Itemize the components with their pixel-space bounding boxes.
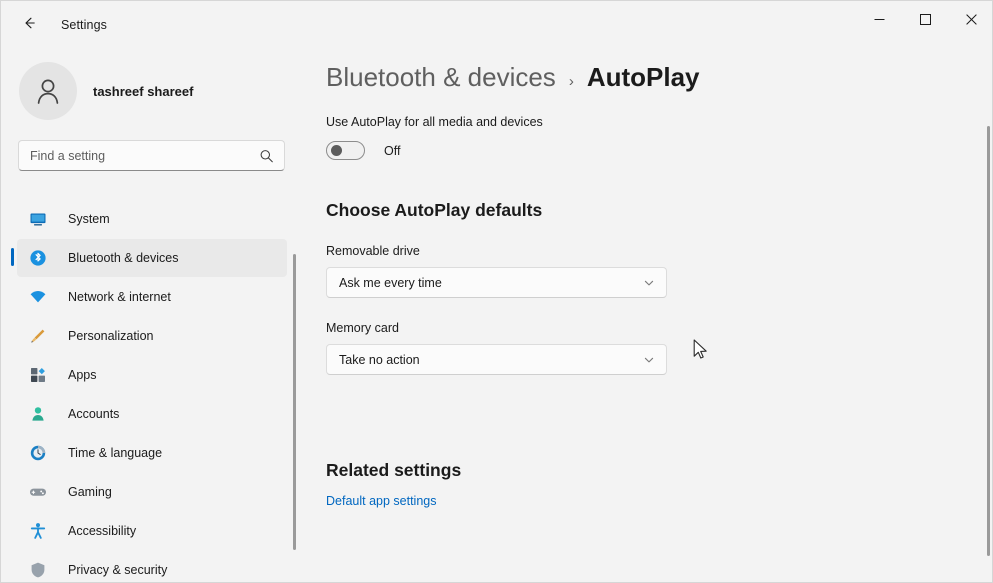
memory-card-dropdown[interactable]: Take no action bbox=[326, 344, 667, 375]
sidebar-item-label: Apps bbox=[68, 368, 97, 382]
app-title: Settings bbox=[61, 18, 107, 32]
settings-window: Settings tashreef shareef Find a setting… bbox=[0, 0, 993, 583]
close-button[interactable] bbox=[948, 1, 992, 41]
sidebar-item-label: System bbox=[68, 212, 110, 226]
maximize-button[interactable] bbox=[902, 1, 948, 41]
close-icon bbox=[965, 12, 977, 30]
window-controls bbox=[856, 1, 992, 49]
clock-icon bbox=[28, 443, 48, 463]
sidebar-item-gaming[interactable]: Gaming bbox=[17, 473, 287, 511]
sidebar-item-label: Time & language bbox=[68, 446, 163, 460]
maximize-icon bbox=[919, 12, 931, 30]
related-settings-title: Related settings bbox=[326, 460, 462, 480]
shield-icon bbox=[28, 560, 48, 580]
sidebar-item-network-internet[interactable]: Network & internet bbox=[17, 278, 287, 316]
paintbrush-icon bbox=[28, 326, 48, 346]
back-arrow-icon bbox=[21, 15, 37, 36]
person-icon bbox=[28, 404, 48, 424]
autoplay-master-toggle[interactable] bbox=[326, 141, 365, 160]
monitor-icon bbox=[28, 209, 48, 229]
sidebar-item-label: Privacy & security bbox=[68, 563, 168, 577]
sidebar-scrollbar[interactable] bbox=[293, 254, 296, 550]
sidebar-item-label: Personalization bbox=[68, 329, 154, 343]
avatar bbox=[19, 62, 77, 120]
removable-drive-value: Ask me every time bbox=[339, 275, 442, 290]
sidebar-item-label: Network & internet bbox=[68, 290, 171, 304]
sidebar-item-bluetooth-devices[interactable]: Bluetooth & devices bbox=[11, 239, 287, 277]
sidebar-item-label: Accessibility bbox=[68, 524, 137, 538]
profile-name: tashreef shareef bbox=[93, 83, 194, 99]
sidebar-item-accessibility[interactable]: Accessibility bbox=[17, 512, 287, 550]
sidebar-item-label: Gaming bbox=[68, 485, 112, 499]
breadcrumb-parent-link[interactable]: Bluetooth & devices bbox=[326, 62, 556, 93]
minimize-button[interactable] bbox=[856, 1, 902, 41]
search-input[interactable] bbox=[30, 148, 245, 163]
removable-drive-dropdown[interactable]: Ask me every time bbox=[326, 267, 667, 298]
wifi-icon bbox=[28, 287, 48, 307]
sidebar-item-system[interactable]: System bbox=[17, 200, 287, 238]
breadcrumb: Bluetooth & devices › AutoPlay bbox=[326, 62, 992, 93]
content-pane: Bluetooth & devices › AutoPlay Use AutoP… bbox=[297, 49, 992, 582]
toggle-state-label: Off bbox=[384, 143, 401, 158]
title-bar: Settings bbox=[1, 1, 992, 49]
minimize-icon bbox=[874, 12, 885, 30]
page-title: AutoPlay bbox=[586, 62, 700, 92]
breadcrumb-separator: › bbox=[568, 73, 574, 90]
master-toggle-caption: Use AutoPlay for all media and devices bbox=[326, 115, 543, 129]
default-app-settings-link[interactable]: Default app settings bbox=[326, 494, 437, 508]
back-button[interactable] bbox=[12, 10, 46, 40]
sidebar-item-label: Accounts bbox=[68, 407, 120, 421]
sidebar-item-apps[interactable]: Apps bbox=[17, 356, 287, 394]
profile-card[interactable]: tashreef shareef bbox=[19, 61, 297, 121]
sidebar-item-label: Bluetooth & devices bbox=[68, 251, 179, 265]
search-icon bbox=[259, 148, 274, 163]
sidebar-item-personalization[interactable]: Personalization bbox=[17, 317, 287, 355]
toggle-knob bbox=[331, 145, 342, 156]
memory-card-label: Memory card bbox=[326, 321, 399, 335]
master-toggle-row: Off bbox=[326, 141, 992, 160]
gamepad-icon bbox=[28, 482, 48, 502]
sidebar-item-time-language[interactable]: Time & language bbox=[17, 434, 287, 472]
sidebar-nav: System Bluetooth & devices Network & int… bbox=[1, 199, 297, 582]
defaults-section-title: Choose AutoPlay defaults bbox=[326, 200, 543, 220]
apps-grid-icon bbox=[28, 365, 48, 385]
removable-drive-label: Removable drive bbox=[326, 244, 420, 258]
memory-card-value: Take no action bbox=[339, 352, 420, 367]
chevron-down-icon bbox=[643, 354, 655, 366]
accessibility-icon bbox=[28, 521, 48, 541]
bluetooth-icon bbox=[28, 248, 48, 268]
sidebar: tashreef shareef Syste bbox=[1, 49, 297, 582]
search-box[interactable] bbox=[18, 140, 285, 171]
sidebar-item-privacy-security[interactable]: Privacy & security bbox=[17, 551, 287, 582]
sidebar-item-accounts[interactable]: Accounts bbox=[17, 395, 287, 433]
chevron-down-icon bbox=[643, 277, 655, 289]
content-scrollbar[interactable] bbox=[987, 126, 990, 556]
